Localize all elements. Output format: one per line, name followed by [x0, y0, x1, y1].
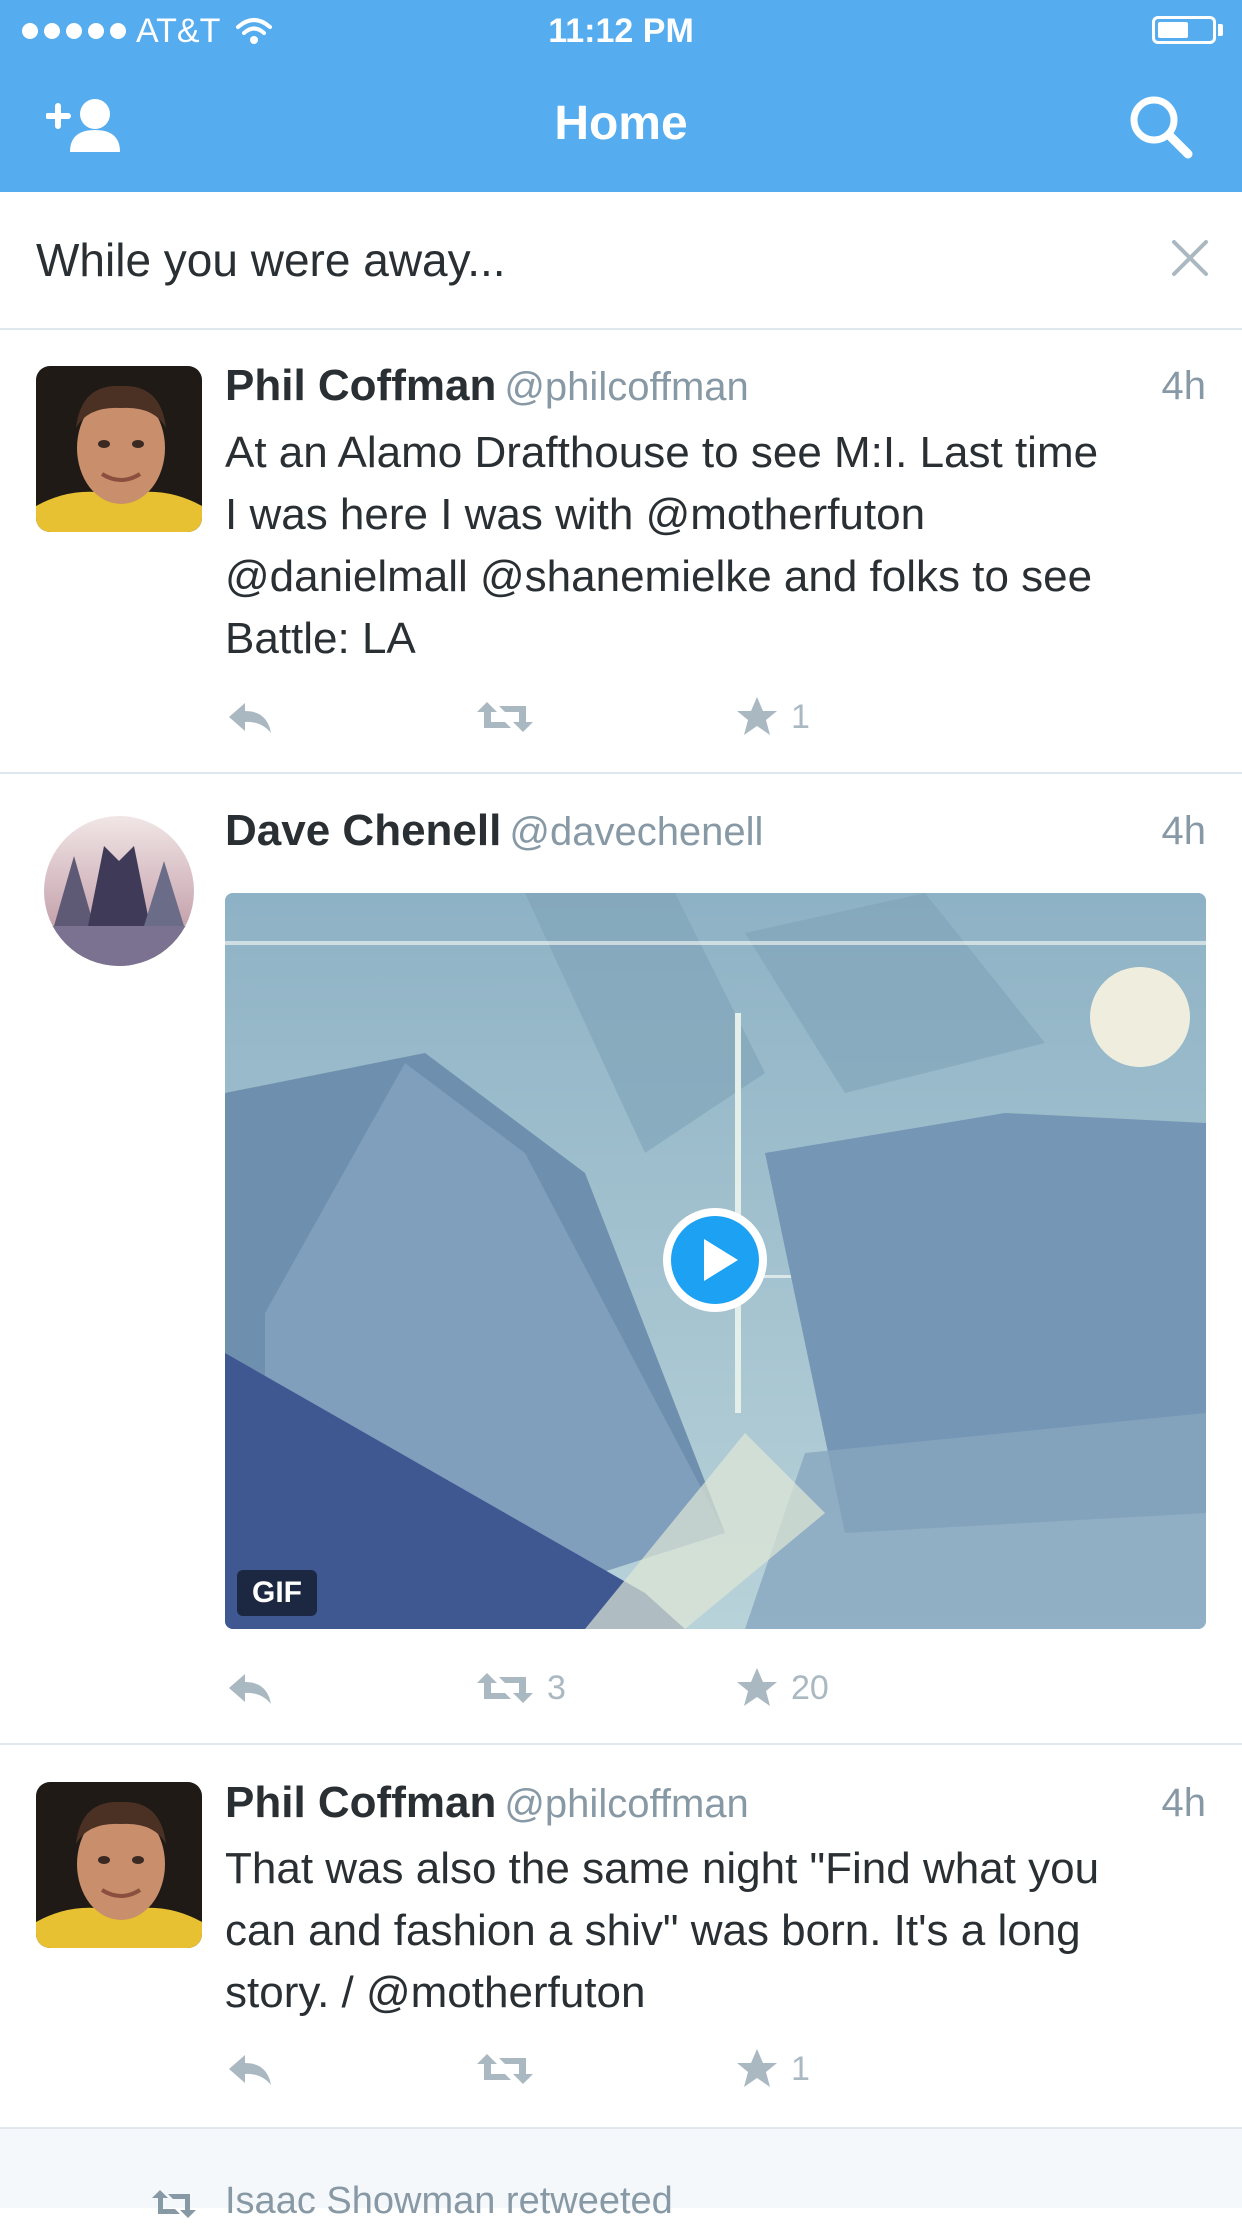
reply-icon [229, 703, 271, 733]
avatar[interactable] [36, 1782, 202, 1948]
favorite-count: 1 [791, 697, 810, 736]
retweet-icon [477, 702, 533, 732]
retweet-button[interactable] [475, 2044, 547, 2094]
tweet-time: 4h [1161, 364, 1207, 408]
tweet-author-name[interactable]: Dave Chenell [225, 806, 501, 855]
reply-button[interactable] [225, 2044, 275, 2094]
tweet-text-line: Battle: LA [225, 614, 416, 663]
avatar-photo [44, 816, 194, 966]
retweet-context-icon [152, 2190, 196, 2218]
star-icon [737, 1668, 777, 1706]
tweet-text: At an Alamo Drafthouse to see M:I. Last … [225, 422, 1098, 670]
play-icon[interactable] [660, 1205, 770, 1315]
favorite-button[interactable]: 1 [735, 692, 810, 742]
avatar-photo [36, 1782, 202, 1948]
tweet-text-line: I was here I was with @motherfuton [225, 490, 926, 539]
favorite-count: 20 [791, 1668, 829, 1707]
avatar[interactable] [36, 366, 202, 532]
tweet-author-handle[interactable]: @philcoffman [504, 1782, 748, 1826]
avatar[interactable] [44, 816, 194, 966]
tweet-text-line: story. / @motherfuton [225, 1968, 646, 2017]
favorite-count: 1 [791, 2049, 810, 2088]
retweet-icon [477, 1673, 533, 1703]
away-banner-text: While you were away... [36, 234, 506, 286]
tweet-header: Phil Coffman @philcoffman [225, 1775, 749, 1832]
tweet-author-handle[interactable]: @davechenell [509, 810, 763, 854]
gif-badge: GIF [237, 1570, 317, 1616]
tweet-text-line: That was also the same night "Find what … [225, 1844, 1100, 1893]
tweet-header: Phil Coffman @philcoffman [225, 358, 749, 415]
reply-icon [229, 1674, 271, 1704]
search-icon[interactable] [1126, 92, 1196, 162]
close-icon[interactable] [1168, 236, 1212, 280]
tweet-author-handle[interactable]: @philcoffman [504, 365, 748, 409]
status-time: 11:12 PM [548, 12, 694, 50]
battery-icon [1152, 16, 1216, 44]
star-icon [737, 697, 777, 735]
star-icon [737, 2049, 777, 2087]
avatar-photo [36, 366, 202, 532]
tweet-time: 4h [1161, 1781, 1207, 1825]
retweet-button[interactable] [475, 692, 547, 742]
retweet-count: 3 [547, 1668, 566, 1707]
retweet-context-label[interactable]: Isaac Showman retweeted [225, 2178, 673, 2224]
reply-icon [229, 2055, 271, 2085]
tweet-text-line: can and fashion a shiv" was born. It's a… [225, 1906, 1081, 1955]
favorite-button[interactable]: 1 [735, 2044, 810, 2094]
favorite-button[interactable]: 20 [735, 1663, 829, 1713]
tweet-header: Dave Chenell @davechenell [225, 803, 763, 860]
reply-button[interactable] [225, 692, 275, 742]
tweet-text-line: At an Alamo Drafthouse to see M:I. Last … [225, 428, 1099, 477]
reply-button[interactable] [225, 1663, 275, 1713]
tweet-divider [0, 772, 1242, 774]
tweet-divider [0, 1743, 1242, 1745]
tweet-time: 4h [1161, 809, 1207, 853]
tweet-text-line: @danielmall @shanemielke and folks to se… [225, 552, 1093, 601]
page-title: Home [554, 97, 688, 150]
retweet-icon [477, 2054, 533, 2084]
tweet-text: That was also the same night "Find what … [225, 1838, 1099, 2024]
retweet-button[interactable]: 3 [475, 1663, 566, 1713]
tweet-author-name[interactable]: Phil Coffman [225, 1778, 496, 1827]
tweet-author-name[interactable]: Phil Coffman [225, 361, 496, 410]
battery-tip [1218, 24, 1223, 36]
